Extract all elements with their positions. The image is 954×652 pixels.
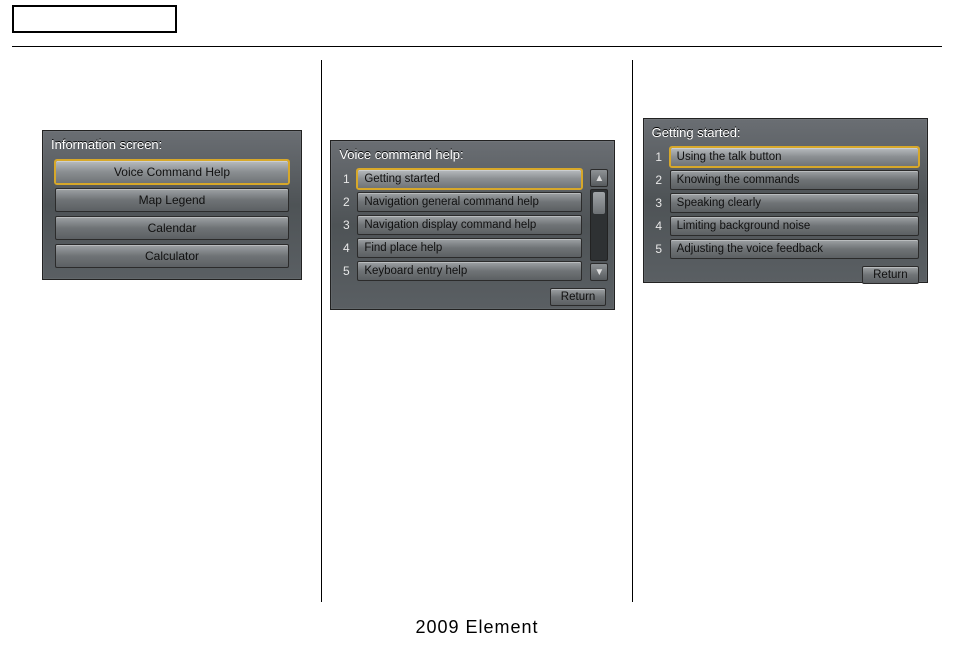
menu-item[interactable]: Speaking clearly (670, 193, 919, 213)
menu-item[interactable]: Calculator (55, 244, 289, 268)
menu-item[interactable]: Limiting background noise (670, 216, 919, 236)
row-number: 5 (652, 242, 666, 256)
menu-item[interactable]: Adjusting the voice feedback (670, 239, 919, 259)
row-number: 1 (339, 172, 353, 186)
scrollbar[interactable]: ▲ ▼ (590, 169, 608, 281)
menu-item[interactable]: Navigation general command help (357, 192, 582, 212)
column-3: Getting started: 1 Using the talk button 2… (633, 60, 942, 602)
scroll-down-button[interactable]: ▼ (590, 263, 608, 281)
horizontal-rule (12, 46, 942, 47)
row-number: 4 (652, 219, 666, 233)
panel-title: Voice command help: (331, 141, 614, 166)
row-number: 2 (652, 173, 666, 187)
return-button[interactable]: Return (550, 288, 607, 306)
information-screen-panel: Information screen: Voice Command Help Ma… (42, 130, 302, 280)
row-number: 1 (652, 150, 666, 164)
scroll-thumb[interactable] (593, 192, 605, 214)
getting-started-panel: Getting started: 1 Using the talk button 2… (643, 118, 928, 283)
row-number: 4 (339, 241, 353, 255)
row-number: 3 (652, 196, 666, 210)
panel-title: Information screen: (43, 131, 301, 156)
column-2: Voice command help: 1 Getting started 2 Nav… (322, 60, 631, 602)
menu-item[interactable]: Using the talk button (670, 147, 919, 167)
return-button[interactable]: Return (862, 266, 919, 284)
menu-item[interactable]: Knowing the commands (670, 170, 919, 190)
scroll-up-button[interactable]: ▲ (590, 169, 608, 187)
voice-command-help-panel: Voice command help: 1 Getting started 2 Nav… (330, 140, 615, 310)
scroll-track[interactable] (590, 189, 608, 261)
menu-item[interactable]: Calendar (55, 216, 289, 240)
menu-item[interactable]: Navigation display command help (357, 215, 582, 235)
row-number: 5 (339, 264, 353, 278)
menu-item[interactable]: Find place help (357, 238, 582, 258)
panel-title: Getting started: (644, 119, 927, 144)
menu-item[interactable]: Voice Command Help (55, 160, 289, 184)
menu-item[interactable]: Map Legend (55, 188, 289, 212)
menu-item[interactable]: Keyboard entry help (357, 261, 582, 281)
row-number: 3 (339, 218, 353, 232)
three-column-layout: Information screen: Voice Command Help Ma… (12, 60, 942, 602)
menu-item[interactable]: Getting started (357, 169, 582, 189)
page-footer: 2009 Element (0, 617, 954, 638)
row-number: 2 (339, 195, 353, 209)
empty-header-box (12, 5, 177, 33)
column-1: Information screen: Voice Command Help Ma… (12, 60, 321, 602)
